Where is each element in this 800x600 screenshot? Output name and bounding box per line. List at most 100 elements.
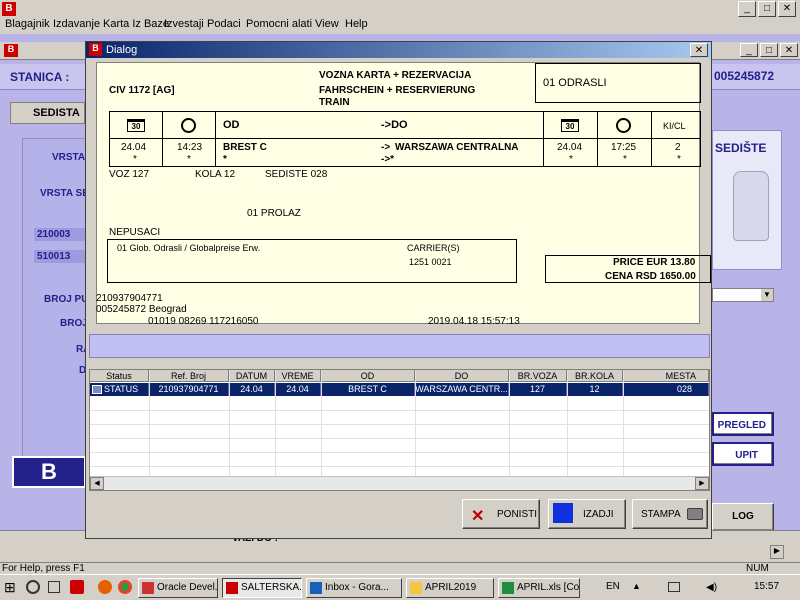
reservation-grid: Status Ref. Broj DATUM VREME OD DO BR.VO… bbox=[89, 369, 710, 491]
cell-datum: 24.04 bbox=[229, 383, 275, 396]
child-app-icon: B bbox=[4, 44, 18, 57]
close-button[interactable]: ✕ bbox=[778, 1, 796, 17]
pregled-button[interactable]: PREGLED bbox=[712, 412, 774, 436]
taskview-icon[interactable] bbox=[48, 581, 60, 593]
child-restore-button[interactable]: □ bbox=[760, 43, 778, 57]
grid-col-line bbox=[567, 370, 568, 476]
sedista-tab[interactable]: SEDISTA bbox=[10, 102, 85, 124]
col-header-br-voza[interactable]: BR.VOZA bbox=[509, 370, 567, 382]
scroll-right-icon[interactable]: ▶ bbox=[770, 545, 784, 559]
taskbar-inbox[interactable]: Inbox - Gora... bbox=[306, 578, 402, 598]
grid-col-line bbox=[275, 370, 276, 476]
chrome-icon[interactable] bbox=[118, 580, 132, 594]
child-minimize-button[interactable]: _ bbox=[740, 43, 758, 57]
clock-icon-2 bbox=[616, 118, 631, 133]
cell-vreme: 24.04 bbox=[275, 383, 321, 396]
col-header-od[interactable]: OD bbox=[321, 370, 415, 382]
scroll-left-icon[interactable]: ◀ bbox=[90, 477, 104, 490]
col-divider-1 bbox=[162, 111, 163, 167]
seat-number: SEDISTE 028 bbox=[265, 169, 328, 180]
star-1: * bbox=[133, 154, 137, 165]
col-header-do[interactable]: DO bbox=[415, 370, 509, 382]
app-icon: B bbox=[2, 2, 16, 16]
calendar-icon-2: 30 bbox=[561, 119, 579, 132]
label-broj: BROJ bbox=[60, 318, 88, 329]
agent-info: 005245872 Beograd bbox=[96, 304, 187, 315]
sediste-panel: SEDIŠTE bbox=[712, 130, 782, 270]
col-header-ref-broj[interactable]: Ref. Broj bbox=[149, 370, 229, 382]
col-header-br-kola[interactable]: BR.KOLA bbox=[567, 370, 623, 382]
menu-view[interactable]: View bbox=[315, 18, 339, 30]
status-bar: For Help, press F1 NUM bbox=[0, 562, 800, 574]
col-header-mesta[interactable]: MESTA bbox=[623, 370, 709, 382]
star-2: * bbox=[187, 154, 191, 165]
menu-karta-iz-baze[interactable]: Karta Iz Baze bbox=[103, 18, 169, 30]
col-divider-4 bbox=[597, 111, 598, 167]
col-divider-2 bbox=[215, 111, 216, 167]
status-strip bbox=[89, 334, 710, 358]
ticket-preview: CIV 1172 [AG] VOZNA KARTA + REZERVACIJA … bbox=[96, 62, 711, 324]
log-button[interactable]: LOG bbox=[712, 503, 774, 531]
horizontal-scrollbar[interactable]: ◀ ▶ bbox=[90, 476, 709, 490]
calendar-icon: 30 bbox=[127, 119, 145, 132]
ponisti-button[interactable]: ✕ PONISTI bbox=[462, 499, 540, 529]
arrival-date: 24.04 bbox=[557, 142, 583, 153]
pdf-icon[interactable] bbox=[70, 580, 84, 594]
col-divider-5 bbox=[651, 111, 652, 167]
search-icon[interactable] bbox=[26, 580, 40, 594]
taskbar-oracle[interactable]: Oracle Devel... bbox=[138, 578, 218, 598]
sediste-title: SEDIŠTE bbox=[715, 141, 767, 155]
col-header-datum[interactable]: DATUM bbox=[229, 370, 275, 382]
cell-br-voza: 127 bbox=[509, 383, 567, 396]
maximize-button[interactable]: □ bbox=[758, 1, 776, 17]
dialog-close-button[interactable]: ✕ bbox=[690, 43, 708, 57]
scroll-right-icon[interactable]: ▶ bbox=[695, 477, 709, 490]
stampa-button[interactable]: STAMPA bbox=[632, 499, 708, 529]
mail-icon bbox=[310, 582, 322, 594]
col-header-status[interactable]: Status bbox=[90, 370, 149, 382]
izadji-button[interactable]: IZADJI bbox=[548, 499, 626, 529]
star-from: * bbox=[223, 154, 227, 165]
grid-col-line bbox=[321, 370, 322, 476]
ticket-title-3: TRAIN bbox=[319, 97, 350, 108]
grid-line bbox=[90, 452, 709, 453]
menu-pomocni-alati[interactable]: Pomocni alati bbox=[246, 18, 312, 30]
menu-help[interactable]: Help bbox=[345, 18, 368, 30]
col-header-vreme[interactable]: VREME bbox=[275, 370, 321, 382]
coach-number: KOLA 12 bbox=[195, 169, 236, 180]
dropdown-field[interactable]: ▼ bbox=[712, 288, 774, 302]
grid-line bbox=[90, 438, 709, 439]
volume-icon[interactable]: ◀) bbox=[706, 582, 717, 593]
taskbar-april-xls[interactable]: APRIL.xls [Co... bbox=[498, 578, 580, 598]
menu-podaci[interactable]: Podaci bbox=[207, 18, 241, 30]
star-3: * bbox=[569, 154, 573, 165]
to-station: WARSZAWA CENTRALNA bbox=[395, 142, 519, 153]
departure-date: 24.04 bbox=[121, 142, 147, 153]
field-510013[interactable]: 510013 bbox=[34, 250, 86, 263]
printer-icon bbox=[687, 508, 703, 520]
carrier-code: 1251 0021 bbox=[409, 257, 452, 267]
menu-izvestaji[interactable]: Izvestaji bbox=[164, 18, 204, 30]
cell-od: BREST C bbox=[321, 383, 415, 396]
language-indicator[interactable]: EN bbox=[606, 581, 620, 592]
stanica-number: 005245872 bbox=[714, 69, 775, 83]
firefox-icon[interactable] bbox=[98, 580, 112, 594]
taskbar-salterska[interactable]: SALTERSKA... bbox=[222, 578, 302, 598]
issue-timestamp: 2019.04.18 15:57:13 bbox=[428, 316, 520, 327]
minimize-button[interactable]: _ bbox=[738, 1, 756, 17]
network-icon[interactable] bbox=[668, 582, 680, 592]
child-close-button[interactable]: ✕ bbox=[780, 43, 798, 57]
arrival-time: 17:25 bbox=[611, 142, 637, 153]
train-code: CIV 1172 [AG] bbox=[109, 85, 175, 96]
grid-col-line bbox=[623, 370, 624, 476]
start-button[interactable]: ⊞ bbox=[4, 578, 20, 596]
cancel-x-icon: ✕ bbox=[471, 508, 485, 525]
taskbar-april2019[interactable]: APRIL2019 bbox=[406, 578, 494, 598]
upit-button[interactable]: UPIT bbox=[712, 442, 774, 466]
field-210003[interactable]: 210003 bbox=[34, 228, 86, 241]
col-divider-3 bbox=[543, 111, 544, 167]
menu-izdavanje[interactable]: Izdavanje bbox=[53, 18, 100, 30]
sedista-tab-label: SEDISTA bbox=[33, 107, 80, 119]
menu-blagajnik[interactable]: Blagajnik bbox=[5, 18, 50, 30]
tray-arrow-icon[interactable]: ▲ bbox=[632, 581, 641, 591]
